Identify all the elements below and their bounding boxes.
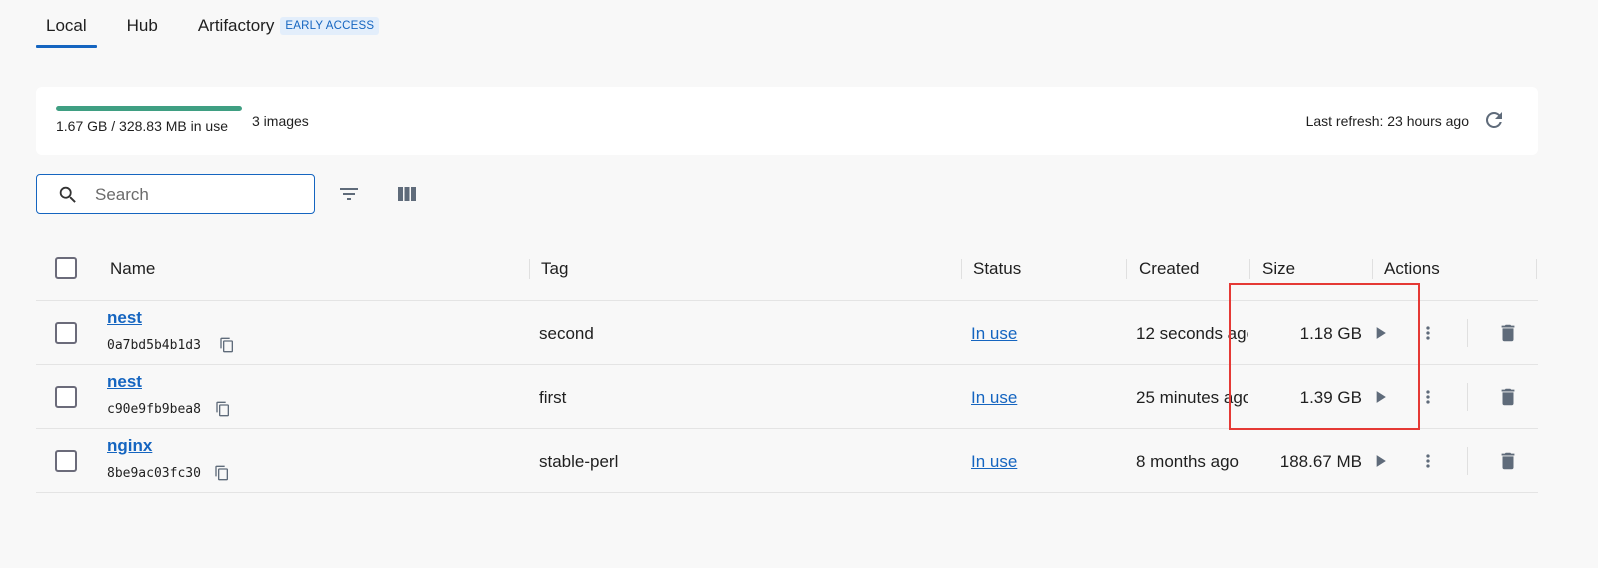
row-checkbox[interactable] (55, 386, 77, 408)
images-count: 3 images (252, 113, 309, 129)
created-time: 12 seconds ago (1136, 324, 1248, 343)
table-row: nest 0a7bd5b4b1d3 second In use 12 secon… (36, 301, 1538, 365)
table-row: nginx 8be9ac03fc30 stable-perl In use 8 … (36, 429, 1538, 493)
more-vert-icon[interactable] (1418, 387, 1438, 407)
select-all-checkbox[interactable] (55, 257, 77, 279)
tab-local[interactable]: Local (36, 0, 97, 48)
column-separator (529, 259, 530, 279)
action-separator (1467, 319, 1468, 347)
header-status[interactable]: Status (973, 259, 1021, 279)
tab-bar: Local Hub Artifactory EARLY ACCESS (36, 0, 409, 48)
disk-usage-bar (56, 106, 242, 111)
image-name-link[interactable]: nest (107, 372, 142, 392)
image-tag: second (539, 324, 594, 343)
row-checkbox[interactable] (55, 322, 77, 344)
row-checkbox[interactable] (55, 450, 77, 472)
disk-usage-text: 1.67 GB / 328.83 MB in use (56, 118, 228, 134)
run-icon[interactable] (1370, 387, 1390, 407)
tab-artifactory[interactable]: Artifactory EARLY ACCESS (188, 0, 389, 48)
tab-hub-label: Hub (126, 16, 158, 35)
column-separator (961, 259, 962, 279)
delete-icon[interactable] (1497, 450, 1519, 472)
column-separator (1536, 259, 1537, 279)
action-separator (1467, 383, 1468, 411)
disk-usage-card: 1.67 GB / 328.83 MB in use 3 images Last… (36, 87, 1538, 155)
header-size[interactable]: Size (1262, 259, 1295, 279)
header-tag[interactable]: Tag (541, 259, 568, 279)
image-size: 1.18 GB (1299, 324, 1362, 343)
header-actions: Actions (1384, 259, 1440, 278)
table-header: Name Tag Status Created Size Actions (36, 237, 1538, 301)
status-link[interactable]: In use (971, 324, 1017, 344)
image-id: c90e9fb9bea8 (107, 402, 201, 417)
column-separator (1126, 259, 1127, 279)
action-separator (1467, 447, 1468, 475)
tab-local-label: Local (46, 16, 87, 35)
delete-icon[interactable] (1497, 322, 1519, 344)
copy-icon[interactable] (219, 337, 235, 353)
image-name-link[interactable]: nest (107, 308, 142, 328)
image-id: 8be9ac03fc30 (107, 466, 201, 481)
disk-usage-bar-fill (56, 106, 242, 111)
table-row: nest c90e9fb9bea8 first In use 25 minute… (36, 365, 1538, 429)
search-field[interactable] (36, 174, 315, 214)
search-icon (59, 186, 76, 203)
filter-icon[interactable] (337, 182, 361, 206)
copy-icon[interactable] (215, 401, 231, 417)
status-link[interactable]: In use (971, 388, 1017, 408)
status-link[interactable]: In use (971, 452, 1017, 472)
delete-icon[interactable] (1497, 386, 1519, 408)
early-access-badge: EARLY ACCESS (280, 17, 380, 35)
tab-hub[interactable]: Hub (117, 0, 168, 48)
created-time: 25 minutes ago (1136, 388, 1248, 407)
run-icon[interactable] (1370, 323, 1390, 343)
image-tag: stable-perl (539, 452, 619, 471)
created-time: 8 months ago (1136, 452, 1240, 471)
copy-icon[interactable] (214, 465, 230, 481)
last-refresh-text: Last refresh: 23 hours ago (1305, 113, 1469, 129)
image-tag: first (539, 388, 567, 407)
column-separator (1372, 259, 1373, 279)
more-vert-icon[interactable] (1418, 451, 1438, 471)
more-vert-icon[interactable] (1418, 323, 1438, 343)
images-table: Name Tag Status Created Size Actions nes… (36, 237, 1538, 493)
refresh-icon[interactable] (1482, 108, 1506, 132)
image-name-link[interactable]: nginx (107, 436, 152, 456)
search-input[interactable] (95, 184, 295, 206)
header-name[interactable]: Name (110, 259, 155, 279)
columns-icon[interactable] (395, 182, 419, 206)
image-size: 188.67 MB (1279, 452, 1362, 471)
tab-artifactory-label: Artifactory (197, 16, 275, 35)
image-size: 1.39 GB (1299, 388, 1362, 407)
header-created[interactable]: Created (1139, 259, 1199, 279)
column-separator (1249, 259, 1250, 279)
image-id: 0a7bd5b4b1d3 (107, 338, 201, 353)
run-icon[interactable] (1370, 451, 1390, 471)
